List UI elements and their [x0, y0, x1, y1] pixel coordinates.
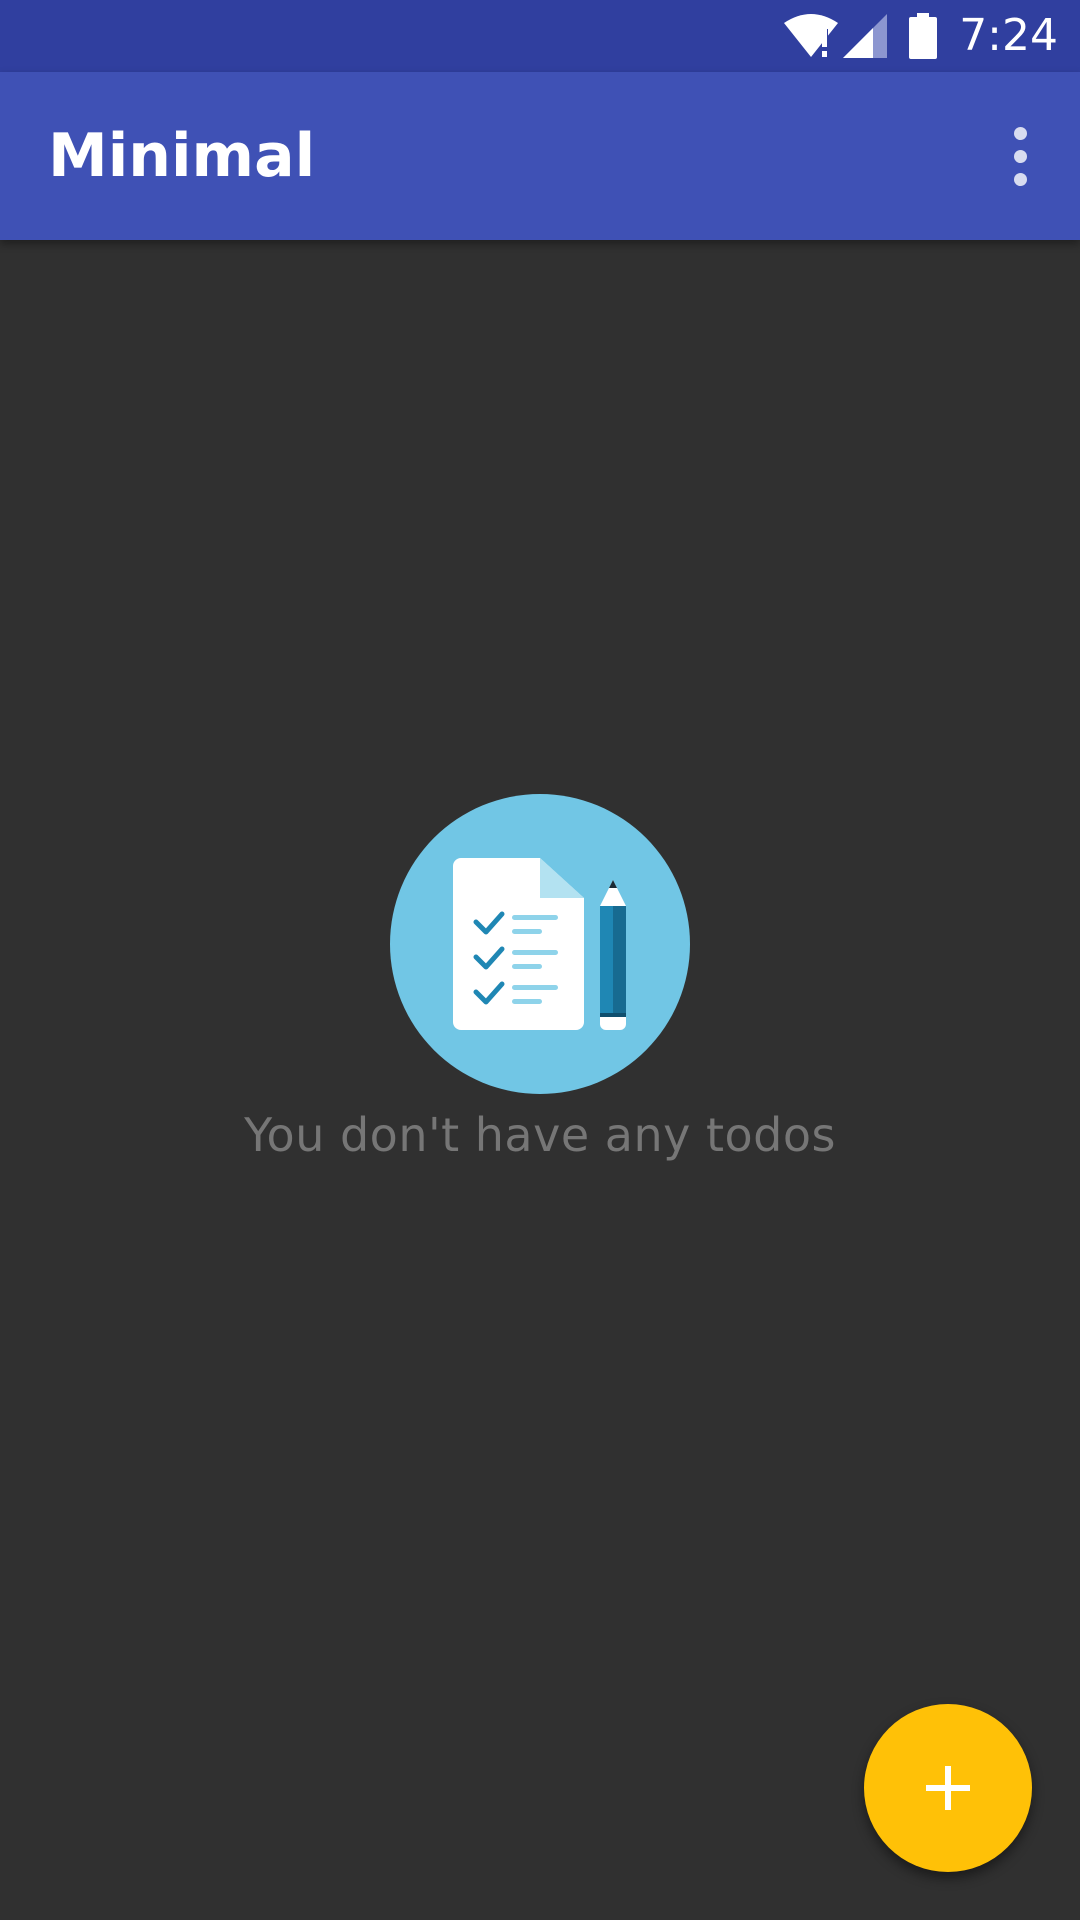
add-todo-fab[interactable] [864, 1704, 1032, 1872]
more-options-button[interactable] [984, 108, 1056, 204]
status-icons: 7:24 [783, 0, 1058, 72]
more-vert-icon-dot [1013, 172, 1027, 186]
checklist-with-pencil-icon [390, 794, 690, 1094]
wifi-alert-icon [784, 14, 839, 57]
battery-full-icon [909, 13, 938, 59]
plus-icon [926, 1766, 970, 1810]
empty-state: You don't have any todos [0, 794, 1080, 1162]
more-vert-icon-dot [1013, 149, 1027, 163]
more-vert-icon [1013, 126, 1027, 140]
app-bar: Minimal [0, 72, 1080, 240]
status-clock: 7:24 [959, 10, 1058, 61]
app-title: Minimal [48, 121, 316, 191]
screen: 7:24 Minimal You don't have any todos [0, 0, 1080, 1920]
status-bar: 7:24 [0, 0, 1080, 72]
cellular-signal-icon [843, 14, 888, 58]
empty-message: You don't have any todos [244, 1108, 836, 1162]
